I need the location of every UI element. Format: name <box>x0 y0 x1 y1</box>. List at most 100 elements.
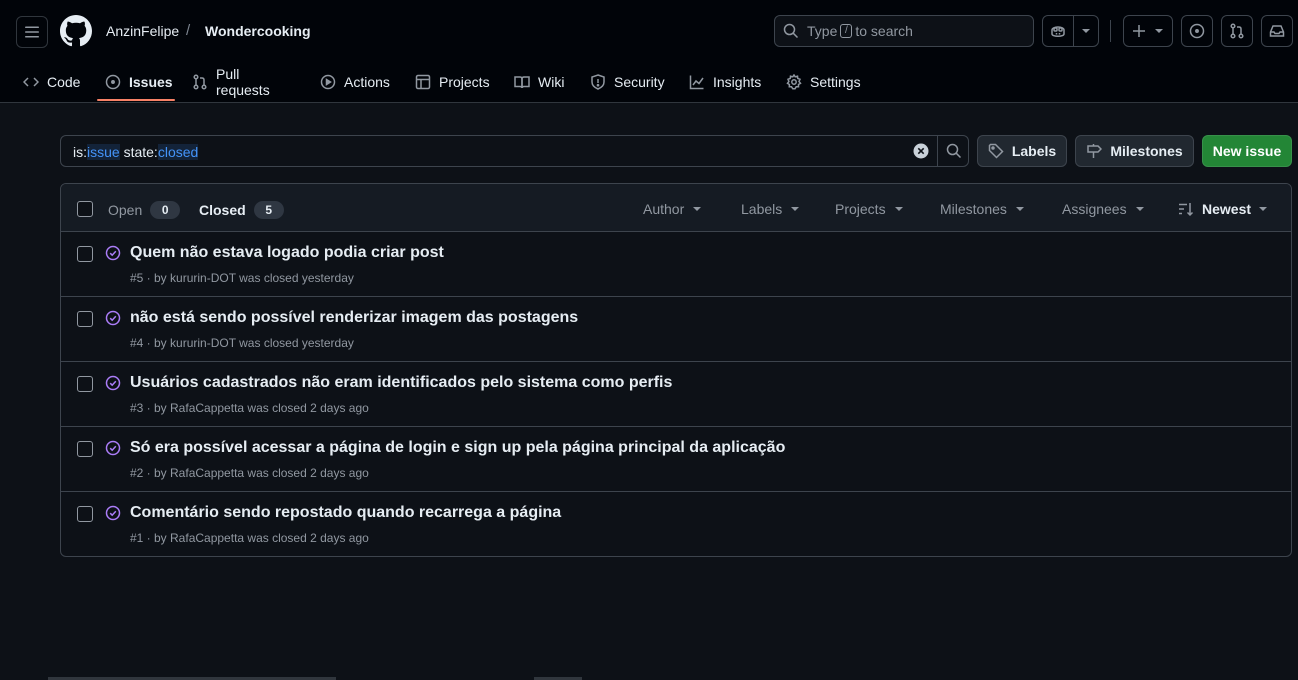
tab-pull-requests[interactable]: Pull requests <box>192 62 270 102</box>
plus-icon <box>1133 25 1145 37</box>
menu-button[interactable] <box>16 16 48 48</box>
clear-filter-button[interactable] <box>913 143 929 159</box>
triangle-down-icon <box>1155 29 1163 33</box>
header-divider <box>1110 20 1111 42</box>
search-shortcut-key: / <box>840 24 853 38</box>
open-tab-label: Open <box>108 202 143 218</box>
open-issues-tab[interactable]: Open 0 <box>108 201 181 219</box>
triangle-down-icon <box>1082 29 1091 33</box>
milestones-filter-dropdown[interactable]: Milestones <box>940 201 1024 217</box>
closed-count-badge: 5 <box>253 201 284 219</box>
tab-insights[interactable]: Insights <box>689 62 761 102</box>
issue-checkbox[interactable] <box>77 311 93 327</box>
issue-row[interactable]: Só era possível acessar a página de logi… <box>61 427 1291 492</box>
issue-meta: #2 · by RafaCappetta was closed 2 days a… <box>130 466 369 480</box>
git-pull-request-icon <box>1230 23 1244 39</box>
breadcrumb-repo-link[interactable]: Wondercooking <box>205 23 311 39</box>
labels-button-label: Labels <box>1011 143 1057 159</box>
issue-closed-icon <box>105 310 121 326</box>
assignees-filter-dropdown[interactable]: Assignees <box>1062 201 1144 217</box>
book-icon <box>514 76 530 89</box>
inbox-icon <box>1269 25 1285 37</box>
notifications-inbox-button[interactable] <box>1261 15 1293 47</box>
labels-button[interactable]: Labels <box>977 135 1067 167</box>
copilot-icon <box>1051 26 1065 37</box>
global-search-input[interactable]: Type / to search <box>774 15 1034 47</box>
issue-row[interactable]: Comentário sendo repostado quando recarr… <box>61 492 1291 556</box>
search-placeholder-prefix: Type <box>807 23 838 39</box>
issue-row[interactable]: Usuários cadastrados não eram identifica… <box>61 362 1291 427</box>
issue-title-link[interactable]: não está sendo possível renderizar image… <box>130 309 578 327</box>
issue-title-link[interactable]: Comentário sendo repostado quando recarr… <box>130 504 561 522</box>
tab-settings[interactable]: Settings <box>786 62 861 102</box>
issue-checkbox[interactable] <box>77 246 93 262</box>
issue-meta: #3 · by RafaCappetta was closed 2 days a… <box>130 401 369 415</box>
active-tab-indicator <box>97 99 175 101</box>
hamburger-icon <box>25 26 39 38</box>
tab-code[interactable]: Code <box>23 62 80 102</box>
copilot-dropdown-button[interactable] <box>1074 16 1098 46</box>
sort-dropdown[interactable]: Newest <box>1178 201 1268 217</box>
tab-actions-label: Actions <box>344 74 390 90</box>
issues-list: Open 0 Closed 5 Author Labels Projects M… <box>60 183 1292 557</box>
shield-icon <box>591 74 605 90</box>
your-pull-requests-button[interactable] <box>1221 15 1253 47</box>
filter-search-button[interactable] <box>937 135 970 167</box>
milestones-button-label: Milestones <box>1110 143 1183 159</box>
issue-title-link[interactable]: Usuários cadastrados não eram identifica… <box>130 374 672 392</box>
github-logo-icon[interactable] <box>60 15 92 47</box>
issue-row[interactable]: Quem não estava logado podia criar post … <box>61 232 1291 297</box>
tab-code-label: Code <box>47 74 81 90</box>
filter-qualifier-state: state: <box>119 144 158 160</box>
issue-title-link[interactable]: Quem não estava logado podia criar post <box>130 244 444 262</box>
issue-checkbox[interactable] <box>77 376 93 392</box>
milestones-button[interactable]: Milestones <box>1075 135 1194 167</box>
assignees-filter-label: Assignees <box>1062 201 1127 217</box>
tab-security[interactable]: Security <box>590 62 665 102</box>
issue-meta: #1 · by RafaCappetta was closed 2 days a… <box>130 531 369 545</box>
issue-meta: #4 · by kururin-DOT was closed yesterday <box>130 336 354 350</box>
issues-filter-input[interactable]: is:issue state:closed <box>60 135 969 167</box>
tab-projects[interactable]: Projects <box>415 62 490 102</box>
breadcrumb-owner-link[interactable]: AnzinFelipe <box>106 23 179 39</box>
new-issue-button[interactable]: New issue <box>1202 135 1292 167</box>
tab-projects-label: Projects <box>439 74 490 90</box>
milestone-icon <box>1087 144 1103 158</box>
triangle-down-icon <box>1259 207 1268 211</box>
select-all-checkbox[interactable] <box>77 201 93 217</box>
copilot-button[interactable] <box>1043 16 1075 46</box>
issue-closed-icon <box>105 505 121 521</box>
labels-filter-label: Labels <box>741 201 783 217</box>
tab-issues[interactable]: Issues <box>105 62 173 102</box>
your-issues-button[interactable] <box>1181 15 1213 47</box>
open-count-badge: 0 <box>150 201 181 219</box>
projects-filter-label: Projects <box>835 201 886 217</box>
author-filter-dropdown[interactable]: Author <box>643 201 702 217</box>
search-icon <box>946 143 962 159</box>
sort-desc-icon <box>1179 203 1194 217</box>
issue-title-link[interactable]: Só era possível acessar a página de logi… <box>130 439 785 457</box>
filter-query-text: is:issue state:closed <box>73 144 199 160</box>
issue-checkbox[interactable] <box>77 506 93 522</box>
search-placeholder-suffix: to search <box>855 23 913 39</box>
new-issue-button-label: New issue <box>1212 143 1282 159</box>
x-circle-icon <box>913 143 929 159</box>
issue-row[interactable]: não está sendo possível renderizar image… <box>61 297 1291 362</box>
closed-tab-label: Closed <box>199 202 246 218</box>
tab-actions[interactable]: Actions <box>320 62 390 102</box>
closed-issues-tab[interactable]: Closed 5 <box>199 201 284 219</box>
gear-icon <box>786 74 802 90</box>
issue-checkbox[interactable] <box>77 441 93 457</box>
graph-icon <box>689 75 704 90</box>
issue-closed-icon <box>105 440 121 456</box>
filter-value-issue: issue <box>87 144 120 160</box>
author-filter-label: Author <box>643 201 685 217</box>
tab-settings-label: Settings <box>810 74 861 90</box>
tab-wiki[interactable]: Wiki <box>514 62 564 102</box>
create-new-button[interactable] <box>1123 15 1173 47</box>
filter-value-closed: closed <box>157 144 199 160</box>
projects-filter-dropdown[interactable]: Projects <box>835 201 903 217</box>
labels-filter-dropdown[interactable]: Labels <box>741 201 800 217</box>
tab-pull-requests-label: Pull requests <box>216 66 270 98</box>
copilot-button-group <box>1042 15 1099 47</box>
